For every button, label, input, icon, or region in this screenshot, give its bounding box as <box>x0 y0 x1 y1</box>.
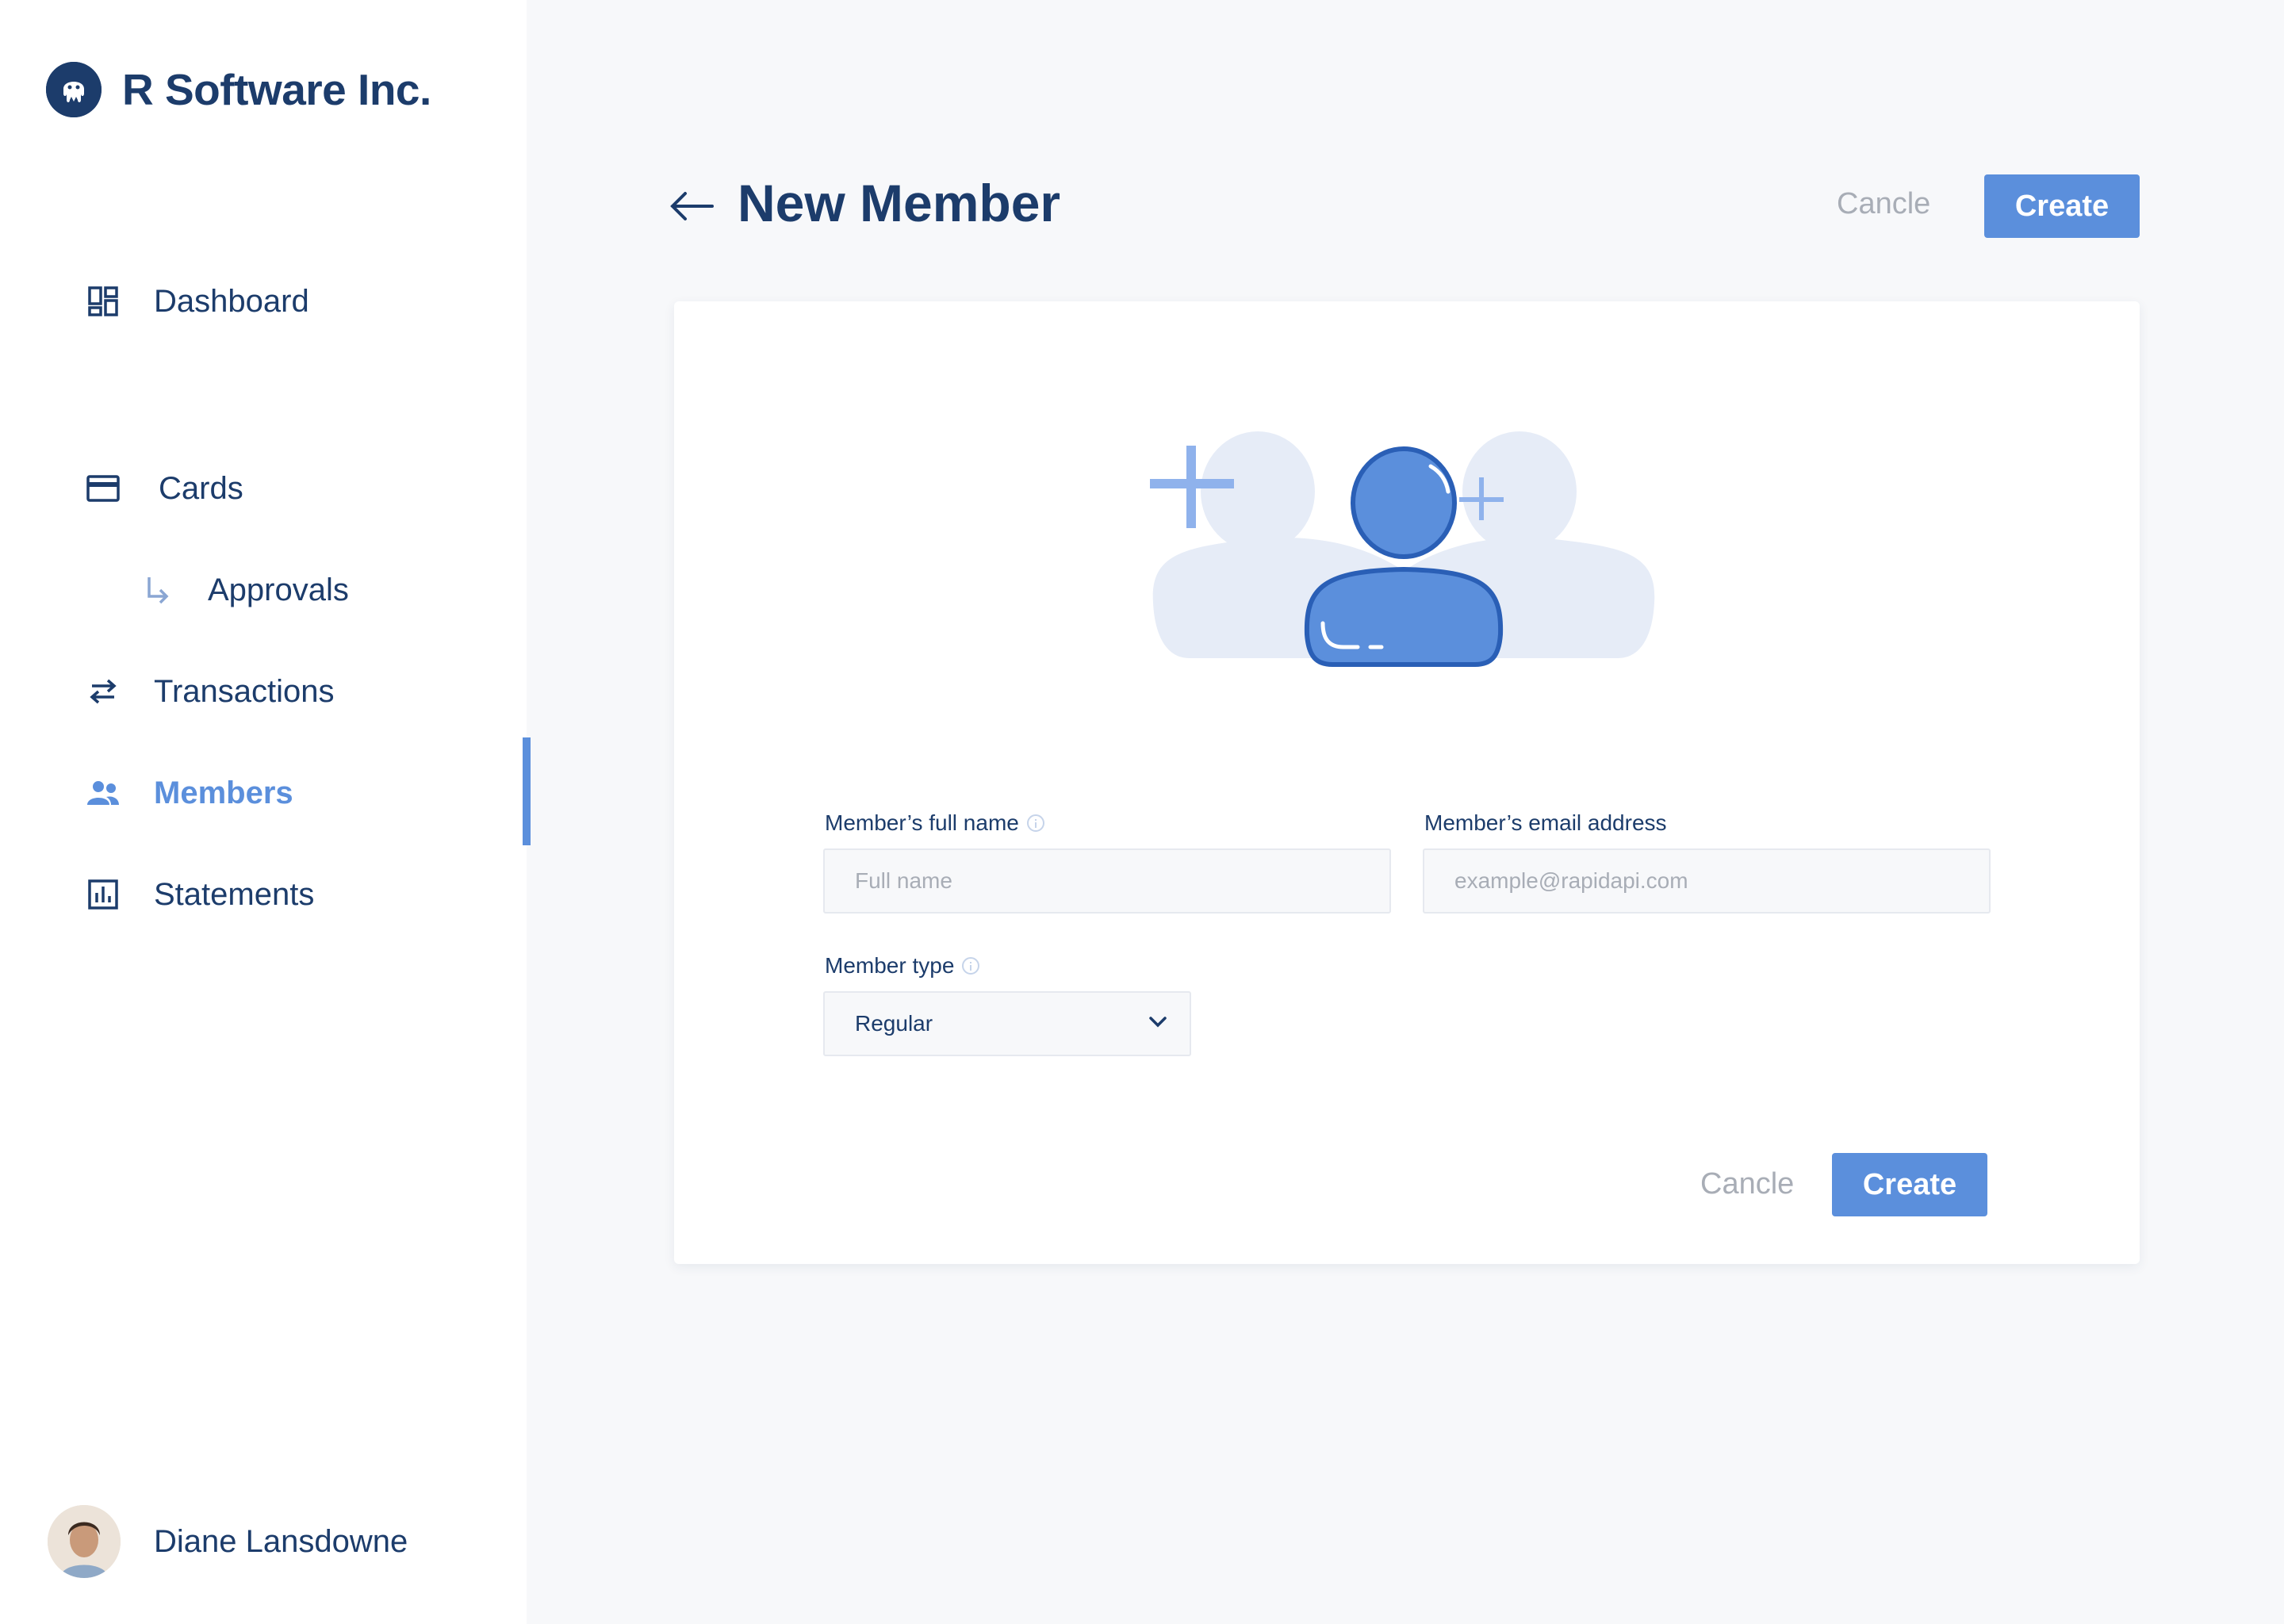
dashboard-icon <box>84 282 122 320</box>
form-create-button[interactable]: Create <box>1832 1153 1987 1216</box>
full-name-input[interactable] <box>823 848 1391 914</box>
sidebar-item-dashboard[interactable]: Dashboard <box>84 282 309 320</box>
back-arrow-icon[interactable] <box>668 182 715 230</box>
member-type-select[interactable]: Regular <box>823 991 1191 1056</box>
members-illustration <box>1150 373 1657 674</box>
member-type-label: Member type <box>825 953 980 979</box>
sidebar-item-label: Members <box>154 775 293 810</box>
member-type-label-text: Member type <box>825 953 955 978</box>
avatar <box>48 1505 121 1578</box>
sidebar-item-label: Cards <box>159 470 243 506</box>
sidebar-item-label: Dashboard <box>154 283 309 319</box>
subdirectory-arrow-icon <box>138 571 176 609</box>
people-icon <box>84 774 122 812</box>
info-icon[interactable] <box>1026 814 1044 832</box>
new-member-form-card: Member’s full name Member’s email addres… <box>674 301 2140 1264</box>
chevron-down-icon <box>1148 1016 1167 1032</box>
sidebar-item-approvals[interactable]: Approvals <box>138 571 349 609</box>
email-label: Member’s email address <box>1424 810 1667 836</box>
user-name: Diane Lansdowne <box>154 1523 408 1559</box>
sidebar-item-label: Transactions <box>154 673 335 709</box>
credit-card-icon <box>84 469 122 508</box>
sidebar-item-statements[interactable]: Statements <box>84 875 314 914</box>
email-label-text: Member’s email address <box>1424 810 1667 835</box>
sidebar-item-cards[interactable]: Cards <box>84 469 243 508</box>
brand[interactable]: R Software Inc. <box>46 62 431 117</box>
email-input[interactable] <box>1423 848 1991 914</box>
form-cancel-button[interactable]: Cancle <box>1700 1167 1794 1201</box>
sidebar: R Software Inc. Dashboard Cards Approval… <box>0 0 531 1624</box>
brand-name: R Software Inc. <box>122 65 431 114</box>
full-name-label-text: Member’s full name <box>825 810 1019 835</box>
sidebar-item-label: Statements <box>154 876 315 912</box>
sidebar-item-transactions[interactable]: Transactions <box>84 672 335 710</box>
sidebar-item-label: Approvals <box>208 572 349 607</box>
user-profile[interactable]: Diane Lansdowne <box>48 1505 408 1578</box>
active-indicator <box>523 737 531 845</box>
bar-chart-icon <box>84 875 122 914</box>
header-cancel-button[interactable]: Cancle <box>1837 187 1930 221</box>
info-icon[interactable] <box>962 957 980 975</box>
member-type-value: Regular <box>855 1011 933 1036</box>
octopus-logo-icon <box>46 62 102 117</box>
header-create-button[interactable]: Create <box>1984 174 2140 238</box>
swap-arrows-icon <box>84 672 122 710</box>
sidebar-item-members[interactable]: Members <box>84 774 293 812</box>
page-title: New Member <box>738 174 1061 232</box>
full-name-label: Member’s full name <box>825 810 1044 836</box>
